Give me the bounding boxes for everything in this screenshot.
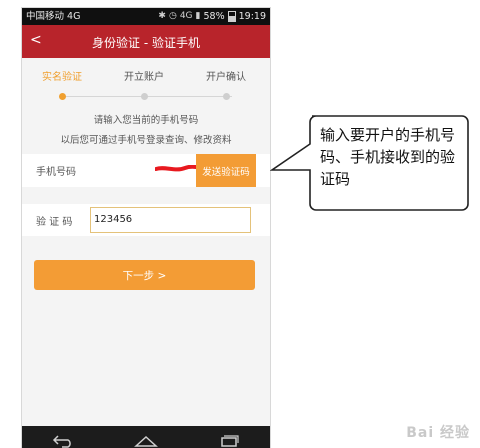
step-open-account: 开立账户 [124,72,164,83]
battery-label: 58% [203,11,225,22]
send-code-button[interactable]: 发送验证码 [196,154,256,187]
signal-icon: ▮ [195,11,201,21]
watermark: Bai 经验 [406,425,470,441]
tip-line-1: 请输入您当前的手机号码 [93,115,199,126]
carrier-label: 中国移动 4G [26,11,81,22]
step-dot-1 [59,93,66,100]
phone-screen: 中国移动 4G ✱ ◷ 4G ▮ 58% 19:19 < 身份验证 - 验证手机… [22,8,270,448]
navigation-bar [22,426,270,448]
network-label: 4G [179,11,193,21]
alarm-icon: ◷ [168,11,177,21]
recent-apps-icon[interactable] [214,431,244,448]
next-step-button[interactable]: 下一步 > [34,260,255,290]
step-confirm: 开户确认 [206,72,246,83]
step-dot-3 [223,93,230,100]
code-label: 验 证 码 [36,216,73,228]
home-icon[interactable] [131,431,161,448]
status-bar: 中国移动 4G ✱ ◷ 4G ▮ 58% 19:19 [22,8,270,25]
title-bar: < 身份验证 - 验证手机 [22,25,270,58]
callout-text: 输入要开户的手机号码、手机接收到的验证码 [320,126,456,188]
code-input[interactable]: 123456 [90,207,251,233]
page-title: 身份验证 - 验证手机 [92,36,200,50]
phone-input[interactable] [90,154,221,187]
clock-label: 19:19 [238,11,266,22]
step-identity: 实名验证 [42,72,82,83]
tip-line-2: 以后您可通过手机号登录查询、修改资料 [60,135,232,146]
step-indicator: 实名验证 开立账户 开户确认 [22,58,270,108]
battery-icon [227,11,236,22]
code-row: 验 证 码 123456 [22,204,270,236]
step-dot-2 [141,93,148,100]
status-right: ✱ ◷ 4G ▮ 58% 19:19 [158,8,266,25]
back-arrow-icon[interactable] [48,431,78,448]
phone-label: 手机号码 [36,167,76,178]
bluetooth-icon: ✱ [158,11,166,21]
